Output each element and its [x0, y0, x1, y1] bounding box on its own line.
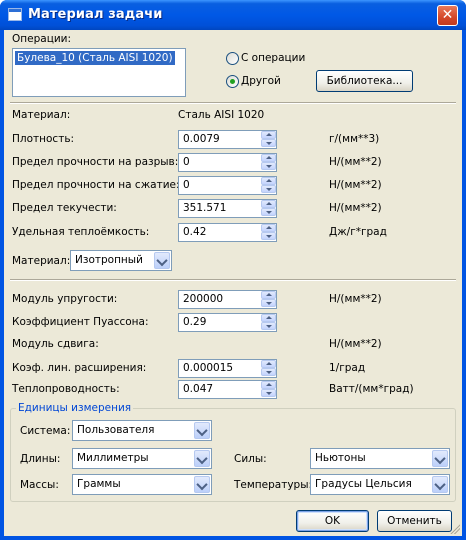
spin-up-icon[interactable]	[261, 200, 276, 208]
density-spinner[interactable]	[260, 130, 277, 149]
poisson-ratio-label: Коэффициент Пуассона:	[12, 316, 149, 328]
chevron-down-icon[interactable]	[194, 476, 210, 493]
material-type-label: Материал:	[12, 255, 71, 267]
spin-up-icon[interactable]	[261, 360, 276, 368]
force-select[interactable]: Ньютоны	[310, 448, 450, 469]
force-label: Силы:	[234, 453, 267, 465]
elastic-modulus-unit: Н/(мм**2)	[329, 293, 382, 305]
spin-up-icon[interactable]	[261, 224, 276, 232]
window-title: Материал задачи	[28, 7, 163, 22]
title-bar[interactable]: Материал задачи ✕	[0, 0, 466, 30]
thermal-conductivity-spinner[interactable]	[260, 380, 277, 399]
spin-down-icon[interactable]	[261, 389, 276, 397]
specific-heat-label: Удельная теплоёмкость:	[12, 226, 150, 238]
material-type-value: Изотропный	[75, 254, 143, 266]
radio-from-operation-label[interactable]: С операции	[241, 52, 305, 64]
system-value: Пользователя	[77, 424, 155, 436]
length-value: Миллиметры	[77, 452, 149, 464]
spin-up-icon[interactable]	[261, 154, 276, 162]
shear-modulus-label: Модуль сдвига:	[12, 338, 99, 350]
separator	[10, 102, 456, 104]
operations-list[interactable]: Булева_10 (Сталь AISI 1020)	[12, 48, 186, 97]
thermal-conductivity-label: Теплопроводность:	[12, 383, 120, 395]
specific-heat-unit: Дж/г*град	[329, 226, 387, 238]
density-unit: г/(мм**3)	[329, 133, 380, 145]
spin-up-icon[interactable]	[261, 381, 276, 389]
window-icon	[8, 8, 22, 21]
radio-other[interactable]	[226, 75, 239, 88]
force-value: Ньютоны	[315, 452, 366, 464]
temperature-label: Температуры:	[234, 479, 313, 491]
list-item[interactable]: Булева_10 (Сталь AISI 1020)	[15, 51, 175, 65]
length-select[interactable]: Миллиметры	[72, 448, 212, 469]
compressive-strength-label: Предел прочности на сжатие:	[12, 179, 180, 191]
chevron-down-icon[interactable]	[194, 422, 210, 439]
spin-up-icon[interactable]	[261, 131, 276, 139]
cancel-button[interactable]: Отменить	[377, 510, 452, 532]
tensile-strength-spinner[interactable]	[260, 153, 277, 172]
radio-other-label[interactable]: Другой	[241, 75, 281, 87]
spin-down-icon[interactable]	[261, 232, 276, 240]
spin-down-icon[interactable]	[261, 139, 276, 147]
shear-modulus-unit: Н/(мм**2)	[329, 338, 382, 350]
thermal-conductivity-unit: Ватт/(мм*град)	[329, 383, 414, 395]
spin-down-icon[interactable]	[261, 299, 276, 307]
spin-up-icon[interactable]	[261, 291, 276, 299]
units-group-title: Единицы измерения	[16, 402, 134, 414]
compressive-strength-spinner[interactable]	[260, 176, 277, 195]
chevron-down-icon[interactable]	[194, 450, 210, 467]
spin-down-icon[interactable]	[261, 162, 276, 170]
compressive-strength-unit: Н/(мм**2)	[329, 179, 382, 191]
thermal-expansion-spinner[interactable]	[260, 359, 277, 378]
thermal-expansion-label: Коэф. лин. расширения:	[12, 362, 147, 374]
tensile-strength-unit: Н/(мм**2)	[329, 156, 382, 168]
material-type-select[interactable]: Изотропный	[70, 250, 172, 271]
tensile-strength-label: Предел прочности на разрыв:	[12, 156, 179, 168]
system-select[interactable]: Пользователя	[72, 420, 212, 441]
density-label: Плотность:	[12, 133, 75, 145]
library-button[interactable]: Библиотека...	[316, 70, 413, 92]
temperature-value: Градусы Цельсия	[315, 478, 412, 490]
spin-up-icon[interactable]	[261, 314, 276, 322]
close-button[interactable]: ✕	[437, 5, 458, 26]
spin-down-icon[interactable]	[261, 208, 276, 216]
radio-from-operation[interactable]	[226, 52, 239, 65]
spin-down-icon[interactable]	[261, 322, 276, 330]
spin-down-icon[interactable]	[261, 185, 276, 193]
dialog-body: Операции: Булева_10 (Сталь AISI 1020) С …	[4, 30, 462, 536]
chevron-down-icon[interactable]	[154, 252, 170, 269]
system-label: Система:	[20, 425, 71, 437]
mass-select[interactable]: Граммы	[72, 474, 212, 495]
material-label: Материал:	[12, 109, 71, 121]
mass-value: Граммы	[77, 478, 121, 490]
dialog-window: Материал задачи ✕ Операции: Булева_10 (С…	[0, 0, 466, 540]
temperature-select[interactable]: Градусы Цельсия	[310, 474, 450, 495]
spin-up-icon[interactable]	[261, 177, 276, 185]
chevron-down-icon[interactable]	[432, 450, 448, 467]
separator	[10, 279, 456, 281]
yield-strength-spinner[interactable]	[260, 199, 277, 218]
poisson-ratio-spinner[interactable]	[260, 313, 277, 332]
spin-down-icon[interactable]	[261, 368, 276, 376]
resize-grip-icon[interactable]	[449, 523, 460, 534]
specific-heat-spinner[interactable]	[260, 223, 277, 242]
thermal-expansion-unit: 1/град	[329, 362, 366, 374]
ok-button[interactable]: OK	[296, 510, 369, 532]
mass-label: Массы:	[20, 479, 59, 491]
length-label: Длины:	[20, 453, 61, 465]
material-value: Сталь AISI 1020	[178, 109, 265, 121]
yield-strength-unit: Н/(мм**2)	[329, 202, 382, 214]
elastic-modulus-label: Модуль упругости:	[12, 293, 118, 305]
elastic-modulus-spinner[interactable]	[260, 290, 277, 309]
yield-strength-label: Предел текучести:	[12, 202, 117, 214]
operations-label: Операции:	[12, 33, 72, 45]
chevron-down-icon[interactable]	[432, 476, 448, 493]
